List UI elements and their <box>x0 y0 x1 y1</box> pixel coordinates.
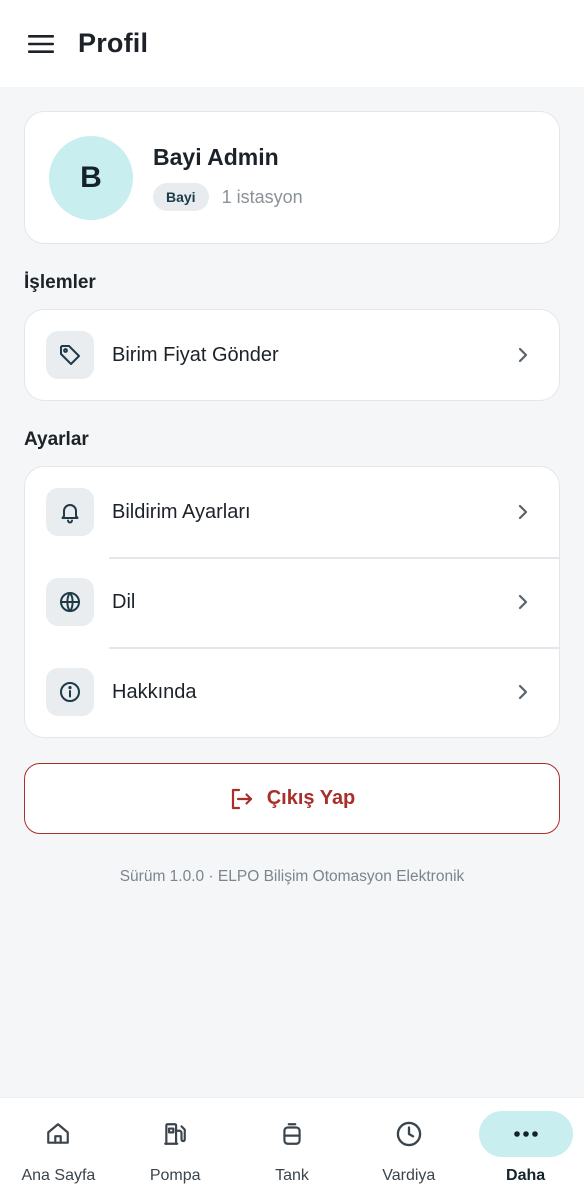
fuel-pump-icon <box>164 1123 187 1145</box>
row-icon-box <box>46 488 94 536</box>
nav-label: Daha <box>506 1167 546 1184</box>
section-title-settings: Ayarlar <box>24 429 89 450</box>
more-icon <box>513 1131 538 1137</box>
tag-icon <box>60 345 80 365</box>
profile-meta: Bayi 1 istasyon <box>153 183 303 211</box>
info-icon <box>60 682 80 702</box>
nav-label: Ana Sayfa <box>21 1167 96 1184</box>
nav-item-tank[interactable]: Tank <box>234 1098 351 1200</box>
menu-item-language[interactable]: Dil <box>25 557 559 647</box>
menu-item-label: Dil <box>112 590 136 613</box>
menu-button[interactable] <box>24 27 58 61</box>
nav-icon-container <box>362 1111 456 1157</box>
chevron-right-icon <box>517 346 531 364</box>
nav-label: Tank <box>275 1167 309 1184</box>
nav-item-pump[interactable]: Pompa <box>117 1098 234 1200</box>
nav-label: Vardiya <box>382 1167 436 1184</box>
profile-name: Bayi Admin <box>153 144 279 170</box>
menu-item-label: Hakkında <box>112 680 197 703</box>
profile-info: Bayi Admin Bayi 1 istasyon <box>153 144 303 211</box>
hamburger-menu-icon <box>28 34 54 53</box>
logout-label: Çıkış Yap <box>266 787 356 809</box>
logout-button[interactable]: Çıkış Yap <box>24 763 560 834</box>
menu-item-label: Birim Fiyat Gönder <box>112 343 279 366</box>
menu-item-notification-settings[interactable]: Bildirim Ayarları <box>25 467 559 557</box>
home-icon <box>47 1123 70 1144</box>
avatar: B <box>49 135 133 220</box>
station-count: 1 istasyon <box>221 186 303 207</box>
nav-item-shift[interactable]: Vardiya <box>350 1098 467 1200</box>
logout-icon <box>231 788 252 809</box>
main-content: B Bayi Admin Bayi 1 istasyon İşlemler Bi… <box>24 111 560 886</box>
nav-item-more[interactable]: Daha <box>467 1098 584 1200</box>
chevron-right-icon <box>517 503 531 521</box>
globe-icon <box>60 592 80 612</box>
row-icon-box <box>46 331 94 379</box>
settings-card: Bildirim Ayarları Dil Hakkında <box>24 466 560 738</box>
menu-item-about[interactable]: Hakkında <box>25 647 559 737</box>
operations-card: Birim Fiyat Gönder <box>24 309 560 401</box>
menu-item-send-unit-price[interactable]: Birim Fiyat Gönder <box>25 310 559 400</box>
nav-icon-container <box>478 1111 573 1157</box>
tank-icon <box>283 1123 301 1145</box>
menu-item-label: Bildirim Ayarları <box>112 500 251 523</box>
chevron-right-icon <box>517 593 531 611</box>
row-icon-box <box>46 578 94 626</box>
nav-item-home[interactable]: Ana Sayfa <box>0 1098 117 1200</box>
row-icon-box <box>46 668 94 716</box>
profile-card: B Bayi Admin Bayi 1 istasyon <box>24 111 560 244</box>
role-badge: Bayi <box>153 183 209 211</box>
clock-icon <box>396 1121 422 1147</box>
app-bar: Profil <box>0 0 584 87</box>
nav-icon-container <box>128 1111 222 1157</box>
version-text: Sürüm 1.0.0 · ELPO Bilişim Otomasyon Ele… <box>119 868 465 885</box>
page-title: Profil <box>78 28 149 58</box>
nav-icon-container <box>245 1111 339 1157</box>
section-title-operations: İşlemler <box>24 272 96 293</box>
bottom-navigation: Ana Sayfa Pompa Tank Vardiya Daha <box>0 1097 584 1200</box>
bell-icon <box>61 504 79 524</box>
nav-icon-container <box>11 1111 105 1157</box>
nav-label: Pompa <box>149 1167 201 1184</box>
chevron-right-icon <box>517 683 531 701</box>
